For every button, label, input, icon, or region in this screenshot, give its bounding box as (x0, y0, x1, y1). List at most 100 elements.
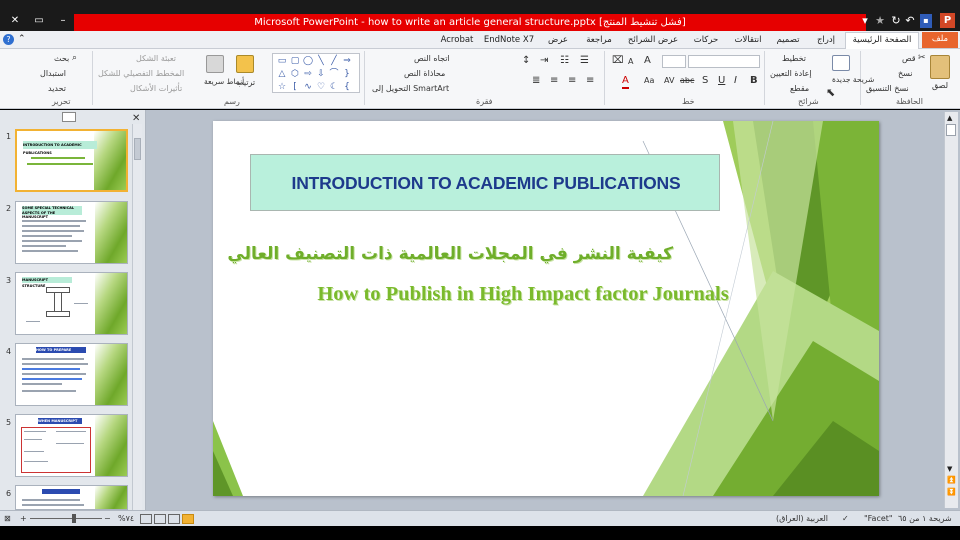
paste-button[interactable]: لصق (932, 80, 948, 91)
shadow-button[interactable]: S (702, 75, 708, 87)
shape-heart-icon[interactable]: ♡ (316, 82, 326, 92)
change-case-button[interactable]: Aa (644, 75, 654, 87)
numbering-icon[interactable]: ☷ (560, 55, 569, 67)
select-button[interactable]: تحديد (48, 83, 66, 94)
next-slide-icon[interactable]: ⏬ (947, 488, 956, 496)
align-text-button[interactable]: محاذاة النص (404, 68, 445, 79)
quick-styles-icon[interactable] (206, 55, 224, 73)
tab-review[interactable]: مراجعة (580, 33, 618, 48)
previous-slide-icon[interactable]: ⏫ (947, 476, 956, 484)
language-indicator[interactable]: العربية (العراق) (776, 513, 828, 525)
scroll-down-icon[interactable]: ▼ (947, 465, 952, 473)
shape-line-icon[interactable]: ╲ (316, 56, 326, 66)
outline-tab-icon[interactable] (62, 112, 76, 122)
align-left-icon[interactable]: ≡ (550, 75, 558, 87)
shape-bracket-icon[interactable]: [ (290, 82, 300, 92)
strikethrough-button[interactable]: abc (680, 75, 694, 87)
cut-button[interactable]: قص (902, 53, 916, 64)
tab-insert[interactable]: إدراج (810, 33, 842, 48)
slide-canvas[interactable]: INTRODUCTION TO ACADEMIC PUBLICATIONS كي… (213, 121, 879, 496)
maximize-button[interactable]: ▭ (28, 13, 50, 28)
new-slide-button[interactable]: شريحة جديدة (832, 75, 874, 84)
slide-thumbnail-1[interactable]: INTRODUCTION TO ACADEMIC PUBLICATIONS (15, 129, 128, 192)
slides-pane-scrollbar[interactable] (132, 124, 142, 510)
copy-button[interactable]: نسخ (898, 68, 913, 79)
collapse-ribbon-icon[interactable]: ⌃ (18, 34, 26, 44)
justify-icon[interactable]: ≣ (532, 75, 540, 87)
zoom-out-icon[interactable]: − (104, 513, 111, 525)
shape-rectangle-icon[interactable]: ▭ (277, 56, 287, 66)
align-right-icon[interactable]: ≡ (586, 75, 594, 87)
align-center-icon[interactable]: ≡ (568, 75, 576, 87)
tab-transitions[interactable]: انتقالات (728, 33, 768, 48)
slide-thumbnail-6[interactable] (15, 485, 128, 510)
reset-button[interactable]: إعادة التعيين (770, 68, 812, 79)
shape-arrow-icon[interactable]: ⇩ (316, 69, 326, 79)
shape-oval-icon[interactable]: ◯ (303, 56, 313, 66)
italic-button[interactable]: I (734, 75, 737, 87)
shape-arrow-icon[interactable]: ⇒ (342, 56, 352, 66)
close-pane-icon[interactable]: ✕ (132, 113, 140, 124)
tab-slide-show[interactable]: عرض الشرائح (622, 33, 684, 48)
slide-thumbnail-5[interactable]: WHEN MANUSCRIPT (15, 414, 128, 477)
powerpoint-p-icon[interactable]: P (940, 13, 955, 28)
shape-brace-icon[interactable]: { (342, 82, 352, 92)
tab-acrobat[interactable]: Acrobat (436, 33, 478, 48)
slideshow-view-icon[interactable] (140, 514, 152, 524)
tab-file[interactable]: ملف (922, 32, 958, 48)
repeat-icon[interactable]: ↻ (889, 13, 903, 29)
zoom-slider[interactable] (30, 518, 102, 519)
find-button[interactable]: بحث (54, 53, 69, 64)
minimize-button[interactable]: – (52, 13, 74, 28)
fit-to-window-icon[interactable]: ⊠ (4, 513, 11, 525)
star-icon[interactable]: ★ (873, 13, 887, 29)
tab-endnote[interactable]: EndNote X7 (482, 33, 536, 48)
shape-moon-icon[interactable]: ☾ (329, 82, 339, 92)
close-button[interactable]: ✕ (4, 13, 26, 28)
slide-thumbnail-4[interactable]: HOW TO PREPARE MANUSCRIPT (15, 343, 128, 406)
bullets-icon[interactable]: ☰ (580, 55, 589, 67)
tab-animations[interactable]: حركات (688, 33, 724, 48)
shape-outline-button[interactable]: المخطط التفصيلي للشكل (98, 68, 184, 79)
zoom-in-icon[interactable]: + (20, 513, 27, 525)
layout-button[interactable]: تخطيط (782, 53, 806, 64)
underline-button[interactable]: U (718, 75, 725, 87)
paste-icon[interactable] (930, 55, 950, 79)
save-icon[interactable]: ▪ (920, 14, 932, 28)
spellcheck-icon[interactable]: ✓ (842, 513, 849, 525)
slide-thumbnail-2[interactable]: SOME SPECIAL TECHNICAL ASPECTS OF THE MA… (15, 201, 128, 264)
zoom-slider-thumb[interactable] (72, 514, 76, 523)
replace-button[interactable]: استبدال (40, 68, 66, 79)
line-spacing-icon[interactable]: ↕ (522, 55, 530, 67)
shape-line-icon[interactable]: ╱ (329, 56, 339, 66)
font-color-button[interactable]: A (622, 75, 629, 89)
section-button[interactable]: مقطع (790, 83, 809, 94)
shape-star-icon[interactable]: ☆ (277, 82, 287, 92)
tab-design[interactable]: تصميم (770, 33, 806, 48)
tab-home[interactable]: الصفحة الرئيسية (845, 32, 919, 50)
clear-format-icon[interactable]: ⌧ (612, 55, 624, 67)
text-direction-button[interactable]: اتجاه النص (414, 53, 450, 64)
convert-smartart-button[interactable]: التحويل إلى SmartArt (372, 83, 449, 94)
new-slide-icon[interactable] (832, 55, 850, 71)
reading-view-icon[interactable] (154, 514, 166, 524)
slide-scrollbar[interactable]: ▲ ▼ ⏫ ⏬ (944, 112, 958, 508)
scrollbar-thumb[interactable] (946, 124, 956, 136)
shapes-gallery[interactable]: ▭ ▢ ◯ ╲ ╱ ⇒ △ ⬡ ⇨ ⇩ ⌒ } ☆ [ ∿ ♡ ☾ { (272, 53, 360, 93)
shrink-font-icon[interactable]: A (628, 56, 633, 68)
bold-button[interactable]: B (750, 75, 758, 87)
shape-curve-icon[interactable]: ⌒ (329, 69, 339, 79)
shape-arrow-icon[interactable]: ⇨ (303, 69, 313, 79)
char-spacing-button[interactable]: AV (664, 75, 674, 87)
shape-brace-icon[interactable]: } (342, 69, 352, 79)
shape-rounded-rect-icon[interactable]: ▢ (290, 56, 300, 66)
grow-font-icon[interactable]: A (644, 55, 651, 67)
slide-title-box[interactable]: INTRODUCTION TO ACADEMIC PUBLICATIONS (250, 154, 720, 211)
undo-icon[interactable]: ↶ (903, 13, 917, 29)
format-painter-button[interactable]: نسخ التنسيق (866, 83, 909, 94)
shape-effects-button[interactable]: تأثيرات الأشكال (130, 83, 182, 94)
arrange-icon[interactable] (236, 55, 254, 73)
dropdown-icon[interactable]: ▾ (858, 13, 872, 29)
shape-triangle-icon[interactable]: △ (277, 69, 287, 79)
zoom-level[interactable]: %٧٤ (118, 513, 134, 525)
